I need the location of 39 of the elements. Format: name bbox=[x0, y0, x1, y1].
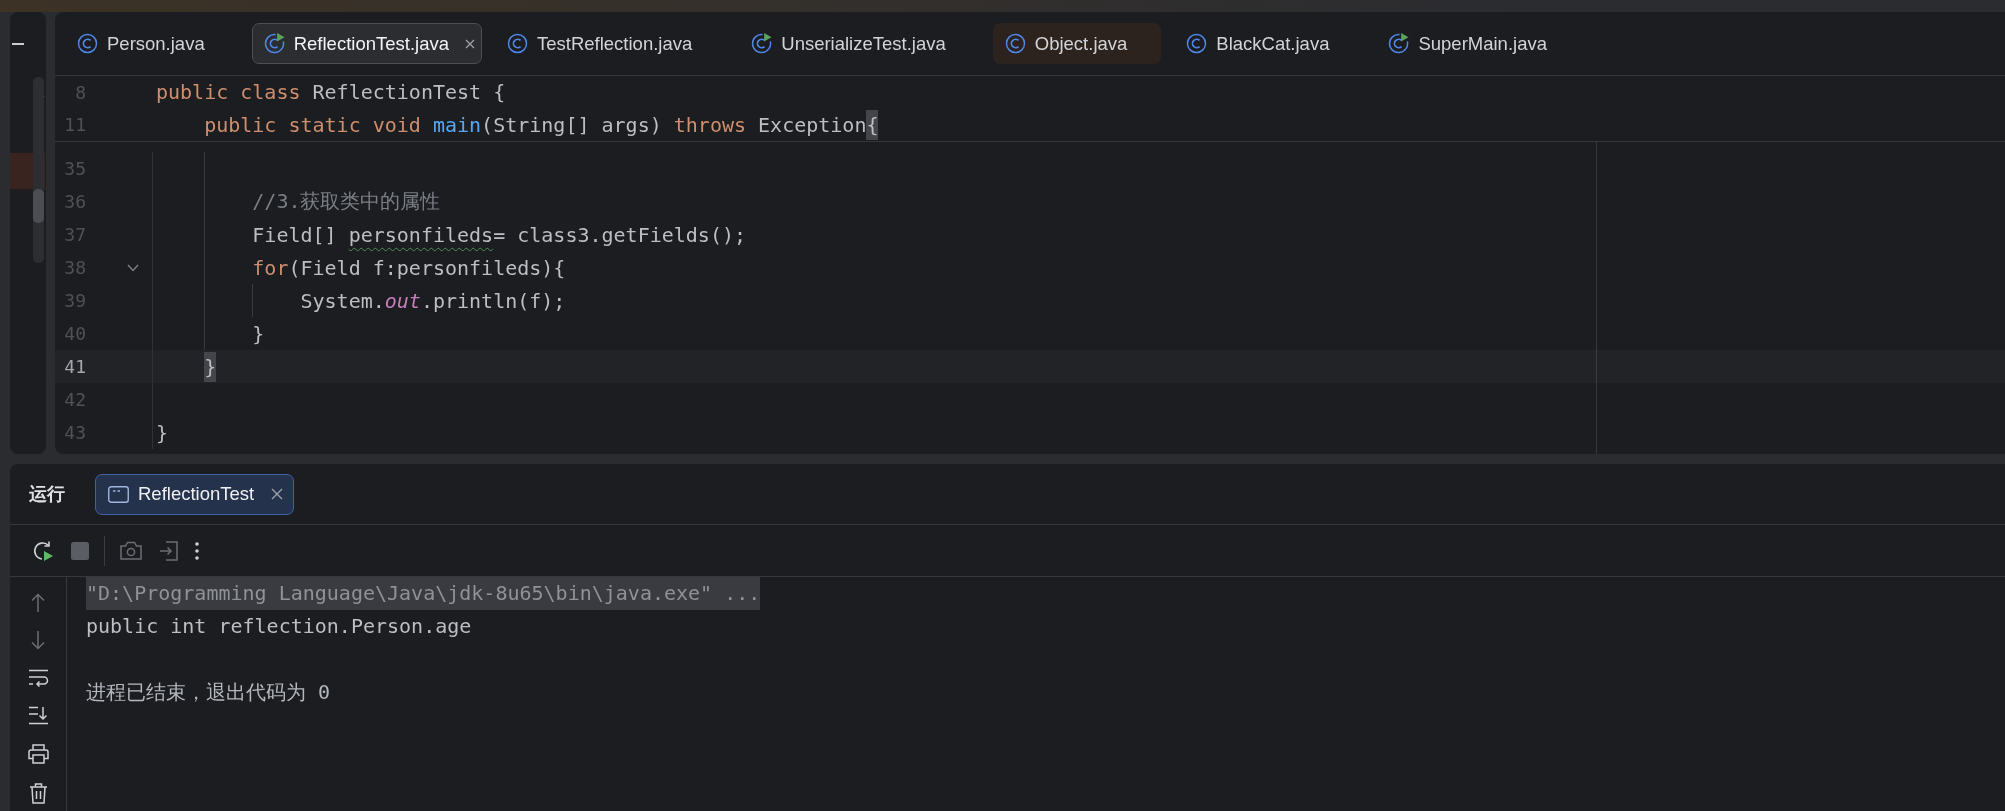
console-line: 进程已结束，退出代码为 0 bbox=[86, 680, 331, 704]
trash-icon[interactable] bbox=[28, 783, 48, 804]
editor-tab[interactable]: ReflectionTest.java bbox=[251, 23, 482, 64]
runnable-class-icon bbox=[751, 33, 773, 54]
close-icon[interactable] bbox=[271, 488, 284, 500]
console-line: public int reflection.Person.age bbox=[86, 614, 472, 638]
editor-tab[interactable]: BlackCat.java bbox=[1174, 23, 1364, 64]
line-number: 41 bbox=[63, 356, 86, 377]
code-line: for(Field f:personfileds){ bbox=[252, 255, 566, 280]
panel-title: 运行 bbox=[29, 483, 65, 506]
editor-tab[interactable]: TestReflection.java bbox=[495, 23, 727, 64]
editor-tab[interactable]: UnserializeTest.java bbox=[739, 23, 980, 64]
console-window-icon bbox=[108, 485, 129, 503]
code-line: } bbox=[156, 420, 169, 445]
rerun-icon[interactable] bbox=[32, 539, 54, 562]
class-icon bbox=[507, 33, 528, 54]
more-icon[interactable] bbox=[195, 541, 199, 560]
scrollbar-track[interactable] bbox=[33, 77, 44, 263]
printer-icon[interactable] bbox=[27, 744, 49, 764]
code-line: } bbox=[252, 321, 265, 346]
class-icon bbox=[1186, 33, 1208, 54]
runnable-class-icon bbox=[263, 33, 285, 54]
scroll-to-end-icon[interactable] bbox=[27, 706, 49, 725]
run-tab[interactable]: ReflectionTest bbox=[95, 473, 295, 515]
editor-tab[interactable]: Object.java bbox=[992, 23, 1162, 64]
runnable-class-icon bbox=[1388, 33, 1410, 54]
code-line: public class ReflectionTest { bbox=[156, 80, 506, 105]
code-line: System.out.println(f); bbox=[300, 288, 566, 313]
code-line: //3.获取类中的属性 bbox=[252, 188, 441, 215]
editor-tab[interactable]: Person.java bbox=[65, 23, 239, 64]
soft-wrap-icon[interactable] bbox=[27, 669, 49, 687]
scrollbar-thumb[interactable] bbox=[33, 189, 44, 223]
class-icon bbox=[77, 33, 98, 54]
class-icon bbox=[1004, 33, 1026, 54]
editor-tab[interactable]: SuperMain.java bbox=[1376, 23, 1581, 64]
chevron-down-icon[interactable] bbox=[127, 263, 139, 272]
close-icon[interactable] bbox=[465, 38, 475, 49]
code-line: Field[] personfileds= class3.getFields(); bbox=[252, 222, 746, 247]
code-line: public static void main(String[] args) throws Exception{ bbox=[204, 109, 879, 140]
